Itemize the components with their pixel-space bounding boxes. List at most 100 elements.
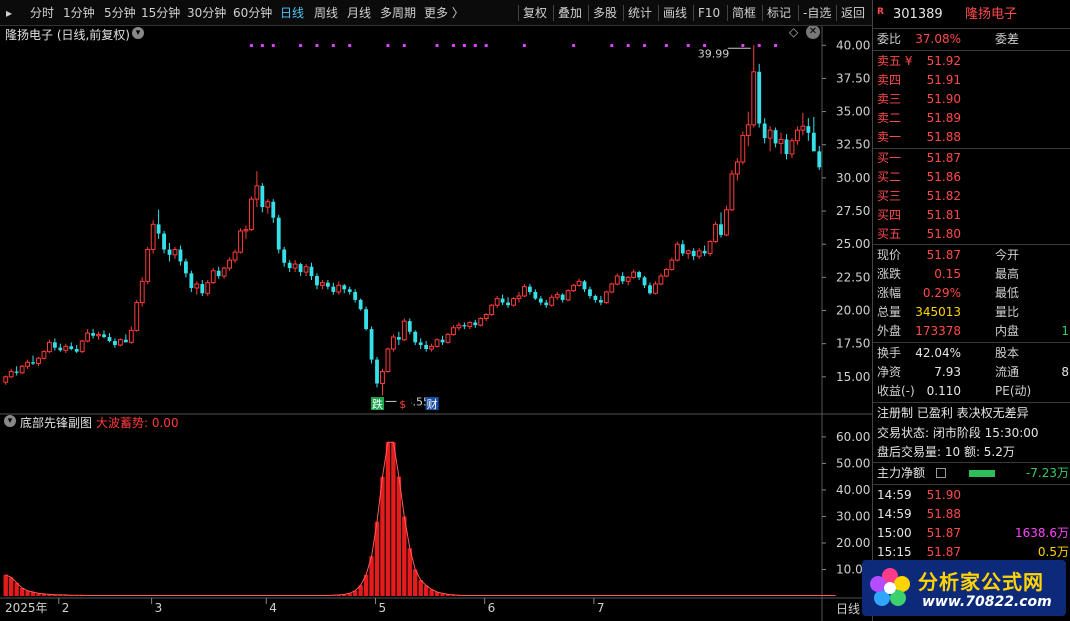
price-tick-label: 37.50 xyxy=(836,71,870,85)
tab-weekly[interactable]: 周线 xyxy=(314,5,338,21)
signal-dot xyxy=(757,44,761,47)
bid-label: 买五 xyxy=(877,227,902,241)
quote-label-2: 内盘 xyxy=(995,324,1020,338)
overlay-button[interactable]: 叠加 xyxy=(553,5,582,21)
quote-label: 总量 xyxy=(877,305,902,319)
candle-body xyxy=(265,201,271,208)
bid-price: 51.86 xyxy=(926,170,961,184)
candle-body xyxy=(511,298,516,306)
tab-1min[interactable]: 1分钟 xyxy=(63,5,95,21)
diamond-icon[interactable]: ◇ xyxy=(789,26,798,39)
candle-body xyxy=(494,298,500,306)
candle-body xyxy=(658,275,664,285)
candle-body xyxy=(778,138,784,144)
quote-value: 51.87 xyxy=(926,248,961,262)
candle-body xyxy=(762,123,767,139)
candle-body xyxy=(773,130,778,144)
candle-body xyxy=(25,361,30,367)
bid-label: 买一 xyxy=(877,151,902,165)
candle-body xyxy=(167,249,172,255)
mark-button[interactable]: 标记 xyxy=(762,5,791,21)
sub-settings-icon[interactable]: ▾ xyxy=(4,415,16,427)
candle-body xyxy=(183,261,188,274)
candle-body xyxy=(353,291,358,300)
stats-button[interactable]: 统计 xyxy=(623,5,652,21)
remove-watchlist-button[interactable]: -自选 xyxy=(798,5,831,21)
tab-60min[interactable]: 60分钟 xyxy=(233,5,272,21)
bid-row[interactable]: 买二 51.86 xyxy=(873,168,1070,187)
bid-row[interactable]: 买一 51.87 xyxy=(873,149,1070,168)
candle-body xyxy=(128,329,134,343)
tick-time: 15:00 xyxy=(877,526,912,540)
kline-chart-svg[interactable]: 40.00 37.50 35.00 32.50 30.00 27.50 25.00 22.50… xyxy=(0,26,872,621)
candle-body xyxy=(390,336,396,350)
list-icon[interactable] xyxy=(936,468,946,478)
candle-body xyxy=(200,284,205,294)
candle-body xyxy=(674,243,680,261)
bid-row[interactable]: 买四 51.81 xyxy=(873,206,1070,225)
candle-body xyxy=(500,298,505,303)
tab-multi-period[interactable]: 多周期 xyxy=(380,5,416,21)
tab-monthly[interactable]: 月线 xyxy=(347,5,371,21)
sub-bar xyxy=(385,442,391,596)
price-tick-label: 25.00 xyxy=(836,237,870,251)
tab-more[interactable]: 更多 〉 xyxy=(424,5,464,21)
candle-body xyxy=(282,249,287,263)
bid-row[interactable]: 买三 51.82 xyxy=(873,187,1070,206)
stats-label: 净资 xyxy=(877,365,902,379)
signal-dot xyxy=(462,44,466,47)
fuquan-button[interactable]: 复权 xyxy=(518,5,547,21)
chart-settings-icon[interactable]: ▾ xyxy=(132,27,144,39)
candle-body xyxy=(751,71,757,126)
candle-body xyxy=(358,299,363,310)
signal-dot xyxy=(473,44,477,47)
ask-price: 51.89 xyxy=(926,111,961,125)
ask-row[interactable]: 卖五 ¥ 51.92 xyxy=(873,52,1070,71)
candle-body xyxy=(817,151,822,168)
watermark-logo: 分析家公式网 www.70822.com xyxy=(862,560,1066,616)
signal-dot xyxy=(348,44,352,47)
tab-30min[interactable]: 30分钟 xyxy=(187,5,226,21)
menu-icon[interactable]: ▸ xyxy=(6,5,12,21)
back-button[interactable]: 返回 xyxy=(836,5,865,21)
quote-label-2: 量比 xyxy=(995,305,1020,319)
candle-body xyxy=(806,126,811,133)
draw-line-button[interactable]: 画线 xyxy=(658,5,687,21)
candle-body xyxy=(653,283,658,294)
tab-5min[interactable]: 5分钟 xyxy=(104,5,136,21)
candle-body xyxy=(364,309,369,330)
tick-volume: 1638.6万 xyxy=(1015,526,1069,540)
simple-frame-button[interactable]: 简框 xyxy=(727,5,756,21)
candle-body xyxy=(227,259,233,269)
candle-body xyxy=(396,337,401,340)
main-flow-label: 主力净额 xyxy=(877,466,926,480)
tab-fenshi[interactable]: 分时 xyxy=(30,5,54,21)
ask-row[interactable]: 卖二 51.89 xyxy=(873,109,1070,128)
ask-row[interactable]: 卖一 51.88 xyxy=(873,128,1070,147)
candle-body xyxy=(52,342,57,348)
f10-button[interactable]: F10 xyxy=(693,5,720,21)
candle-body xyxy=(139,280,145,304)
signal-dot xyxy=(741,44,745,47)
price-tick-label: 40.00 xyxy=(836,38,870,52)
candle-body xyxy=(565,290,571,301)
tab-15min[interactable]: 15分钟 xyxy=(141,5,180,21)
candle-body xyxy=(593,295,598,300)
quote-label: 现价 xyxy=(877,248,902,262)
ask-row[interactable]: 卖四 51.91 xyxy=(873,71,1070,90)
stock-header: R 301389 隆扬电子 xyxy=(873,5,1070,27)
candle-body xyxy=(506,302,510,306)
period-label[interactable]: 日线 xyxy=(836,600,860,617)
multi-stock-button[interactable]: 多股 xyxy=(588,5,617,21)
candle-body xyxy=(795,129,800,142)
tab-daily[interactable]: 日线 xyxy=(280,5,304,21)
ask-row[interactable]: 卖三 51.90 xyxy=(873,90,1070,109)
candle-body xyxy=(36,357,41,365)
candle-body xyxy=(614,275,620,285)
candle-body xyxy=(527,286,532,292)
bid-row[interactable]: 买五 51.80 xyxy=(873,225,1070,244)
marker-label: 财 xyxy=(427,397,438,411)
chart-area[interactable]: 40.00 37.50 35.00 32.50 30.00 27.50 25.00 22.50… xyxy=(0,26,872,621)
marker-label: $ xyxy=(399,398,406,411)
candle-body xyxy=(205,282,211,294)
